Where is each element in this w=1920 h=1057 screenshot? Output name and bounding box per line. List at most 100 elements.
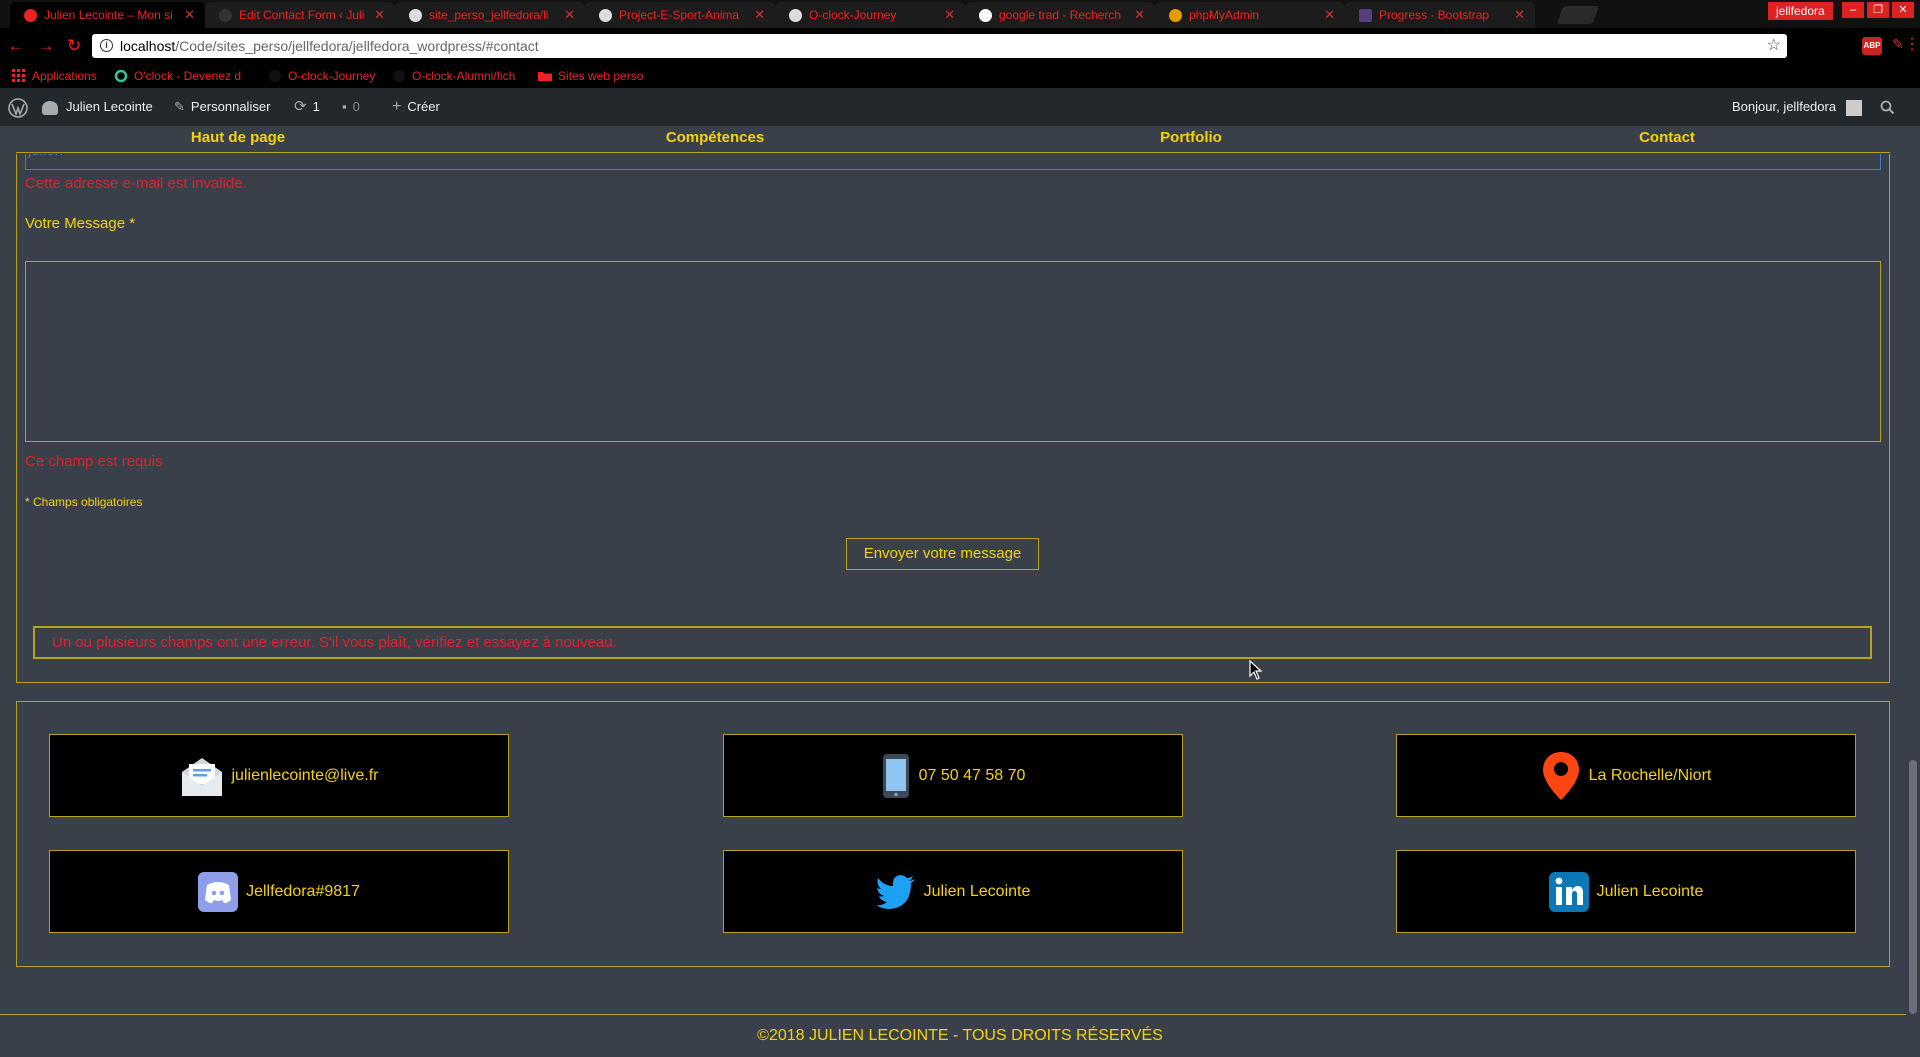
browser-tab[interactable]: phpMyAdmin ✕: [1155, 2, 1345, 28]
bookmark-folder[interactable]: Sites web perso: [538, 64, 643, 88]
form-error-alert: Un ou plusieurs champs ont une erreur. S…: [33, 626, 1872, 659]
admin-updates-link[interactable]: ⟳ 1: [294, 88, 320, 126]
bootstrap-icon: [1359, 9, 1372, 22]
discord-icon: [198, 871, 239, 912]
admin-comments-link[interactable]: ▪ 0: [342, 88, 360, 126]
tab-title: phpMyAdmin: [1189, 8, 1260, 22]
nav-link-skills[interactable]: Compétences: [666, 126, 764, 150]
browser-tab[interactable]: O-clock-Journey ✕: [775, 2, 965, 28]
github-icon: [393, 70, 405, 82]
close-tab-icon[interactable]: ✕: [184, 2, 195, 28]
admin-customize-link[interactable]: ✎ Personnaliser: [174, 88, 270, 126]
close-tab-icon[interactable]: ✕: [564, 2, 575, 28]
copyright: ©2018 JULIEN LECOINTE - TOUS DROITS RÉSE…: [757, 1027, 1163, 1044]
bookmark-star-icon[interactable]: ☆: [1767, 34, 1781, 58]
url-field[interactable]: i localhost/Code/sites_perso/jellfedora/…: [92, 34, 1787, 58]
tab-title: O-clock-Journey: [809, 8, 897, 22]
close-tab-icon[interactable]: ✕: [374, 2, 385, 28]
contact-card-location[interactable]: La Rochelle/Niort: [1396, 734, 1856, 817]
browser-tab[interactable]: Progress · Bootstrap ✕: [1345, 2, 1535, 28]
send-message-button[interactable]: Envoyer votre message: [846, 538, 1039, 570]
folder-icon: [538, 72, 552, 81]
nav-link-top[interactable]: Haut de page: [191, 126, 285, 150]
bookmark-label: O-clock-Journey: [288, 69, 376, 83]
tab-title: site_perso_jellfedora/li: [429, 8, 549, 22]
admin-site-link[interactable]: Julien Lecointe: [42, 88, 153, 126]
dashboard-icon: [42, 100, 58, 115]
scrollbar-thumb[interactable]: [1909, 760, 1917, 1014]
nav-link-portfolio[interactable]: Portfolio: [1160, 126, 1222, 150]
close-tab-icon[interactable]: ✕: [1324, 2, 1335, 28]
contact-label: julienlecointe@live.fr: [231, 766, 379, 784]
brush-icon: ✎: [174, 99, 185, 114]
contact-label: La Rochelle/Niort: [1588, 766, 1712, 784]
url-path: /Code/sites_perso/jellfedora/jellfedora_…: [175, 38, 539, 54]
nav-link-contact[interactable]: Contact: [1639, 126, 1695, 150]
site-nav: Haut de page Compétences Portfolio Conta…: [0, 126, 1920, 154]
updates-count: 1: [312, 99, 320, 114]
oclock-icon: [114, 69, 128, 83]
linkedin-icon: [1548, 871, 1589, 912]
map-pin-icon: [1542, 751, 1579, 800]
close-tab-icon[interactable]: ✕: [1514, 2, 1525, 28]
close-tab-icon[interactable]: ✕: [1134, 2, 1145, 28]
wp-admin-bar: Julien Lecointe ✎ Personnaliser ⟳ 1 ▪ 0 + Cr…: [0, 88, 1920, 126]
github-icon: [269, 70, 281, 82]
browser-tab[interactable]: Julien Lecointe – Mon si ✕: [10, 2, 205, 28]
message-label: Votre Message *: [25, 215, 136, 232]
extension-icon[interactable]: ✎: [1892, 36, 1904, 53]
bookmark-oclock-alumni[interactable]: O-clock-Alumni/fich: [392, 64, 515, 88]
contact-card-discord[interactable]: Jellfedora#9817: [49, 850, 509, 933]
required-note: * Champs obligatoires: [25, 495, 143, 509]
close-window-button[interactable]: ✕: [1892, 2, 1914, 18]
browser-tab[interactable]: site_perso_jellfedora/li ✕: [395, 2, 585, 28]
admin-account[interactable]: Bonjour, jellfedora: [1732, 88, 1862, 126]
greeting: Bonjour, jellfedora: [1732, 99, 1837, 114]
bookmark-oclock-journey[interactable]: O-clock-Journey: [268, 64, 375, 88]
plus-icon: +: [392, 98, 402, 115]
wordpress-logo-icon[interactable]: [8, 98, 28, 118]
info-icon[interactable]: i: [100, 39, 113, 52]
reload-icon[interactable]: ↻: [64, 36, 84, 56]
close-tab-icon[interactable]: ✕: [754, 2, 765, 28]
tab-title: Edit Contact Form ‹ Juli: [239, 8, 365, 22]
browser-tab[interactable]: google trad - Recherch ✕: [965, 2, 1155, 28]
contact-label: 07 50 47 58 70: [918, 766, 1026, 784]
tab-title: Julien Lecointe – Mon si: [44, 8, 173, 22]
new-label: Créer: [407, 99, 440, 114]
close-tab-icon[interactable]: ✕: [944, 2, 955, 28]
browser-tab[interactable]: Project-E-Sport-Anima ✕: [585, 2, 775, 28]
mouse-cursor-icon: [1249, 660, 1263, 680]
bookmarks-bar: Applications O'clock - Devenez d O-clock…: [0, 64, 1920, 88]
bookmark-label: Applications: [32, 69, 97, 83]
search-icon[interactable]: [1880, 100, 1895, 115]
phone-icon: [882, 753, 909, 798]
favicon-icon: [219, 9, 232, 22]
bookmark-oclock[interactable]: O'clock - Devenez d: [114, 64, 241, 88]
adblock-icon[interactable]: ABP: [1862, 37, 1882, 55]
new-tab-button[interactable]: [1556, 6, 1600, 24]
admin-new-link[interactable]: + Créer: [392, 88, 440, 126]
browser-tab[interactable]: Edit Contact Form ‹ Juli ✕: [205, 2, 395, 28]
contact-card-twitter[interactable]: Julien Lecointe: [723, 850, 1183, 933]
favicon-icon: [24, 9, 37, 22]
bookmark-applications[interactable]: Applications: [12, 64, 97, 88]
bookmark-label: O'clock - Devenez d: [134, 69, 241, 83]
contact-card-email[interactable]: julienlecointe@live.fr: [49, 734, 509, 817]
nav-divider: [16, 152, 1890, 153]
minimize-button[interactable]: –: [1842, 2, 1864, 18]
forward-icon[interactable]: →: [36, 36, 56, 56]
site-footer: ©2018 JULIEN LECOINTE - TOUS DROITS RÉSE…: [0, 1014, 1920, 1056]
menu-kebab-icon[interactable]: ⋮: [1904, 34, 1920, 54]
address-toolbar: ← → ↻ i localhost/Code/sites_perso/jellf…: [0, 28, 1920, 64]
profile-badge[interactable]: jellfedora: [1768, 2, 1833, 20]
updates-icon: ⟳: [294, 98, 307, 115]
github-icon: [789, 9, 802, 22]
contact-card-linkedin[interactable]: Julien Lecointe: [1396, 850, 1856, 933]
message-textarea[interactable]: [25, 261, 1881, 442]
customize-label: Personnaliser: [190, 99, 271, 114]
mail-icon: [181, 757, 222, 796]
contact-card-phone[interactable]: 07 50 47 58 70: [723, 734, 1183, 817]
restore-button[interactable]: ❐: [1867, 2, 1889, 18]
back-icon[interactable]: ←: [6, 36, 26, 56]
